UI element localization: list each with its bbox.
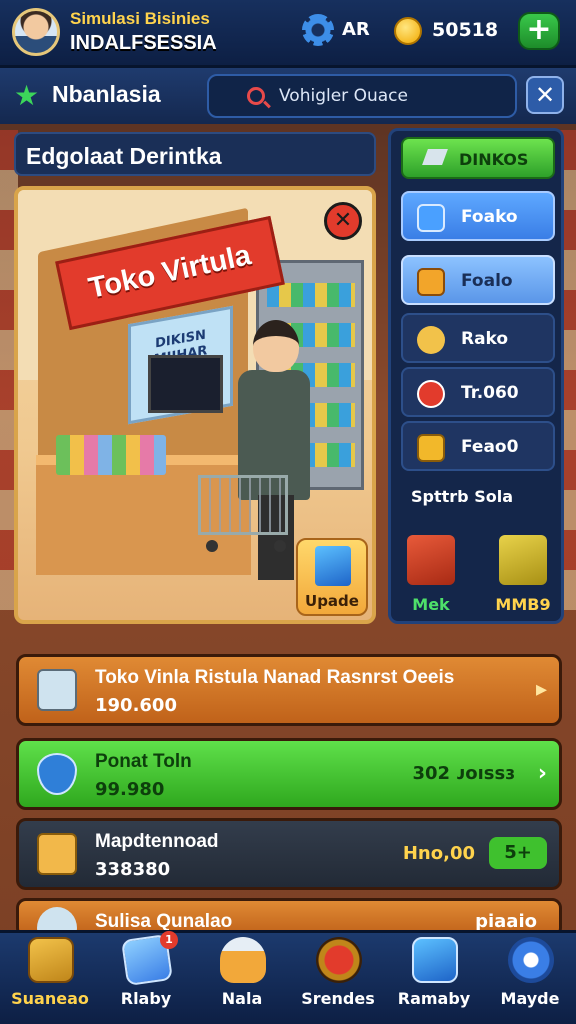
chevron-right-icon: › [537, 761, 547, 786]
nav-item-0[interactable]: Suaneao [2, 933, 98, 1024]
side-item-1[interactable]: Foalo [401, 255, 555, 305]
nav-label: Rlaby [120, 989, 172, 1008]
nav-item-1[interactable]: 1 Rlaby [98, 931, 194, 1024]
box-icon [417, 268, 445, 296]
level-indicator: AR [342, 19, 370, 40]
target-icon [417, 380, 445, 408]
scene-goods [56, 435, 166, 475]
nav-label: Mayde [500, 989, 560, 1008]
shop-card-icon [37, 669, 77, 711]
shopkeeper-head [253, 320, 299, 372]
nav-label: Srendes [301, 989, 375, 1008]
settings-icon [508, 937, 554, 983]
notification-badge: 1 [160, 931, 178, 949]
row-value: 99.980 [95, 779, 165, 800]
nav-label: Nala [221, 989, 263, 1008]
shop-scene[interactable]: Toko Virtula DIKISN MIJHAR HUPIOA ✕ Upad… [14, 186, 376, 624]
gear-icon[interactable] [302, 14, 334, 46]
cash-register-icon [316, 937, 362, 983]
nav-item-3[interactable]: Srendes [290, 933, 386, 1024]
top-bar: Simulasi Bisinies INDALFSESSIA AR 50518 … [0, 0, 576, 68]
row-right-value: 302 ᴊoıssɜ [412, 763, 515, 784]
cart-wheels [206, 540, 286, 554]
row-badge[interactable]: 5+ [489, 837, 547, 869]
tag-icon [422, 149, 448, 165]
search-input[interactable]: Vohigler Ouace [207, 74, 517, 118]
side-item-0[interactable]: Foako [401, 191, 555, 241]
coin-icon [394, 17, 422, 45]
close-scene-button[interactable]: ✕ [324, 202, 362, 240]
side-section-label: Spttrb Sola [411, 487, 513, 506]
yellow-crate-icon[interactable] [499, 535, 547, 585]
nav-label: Suaneao [11, 989, 89, 1008]
row-value: 190.600 [95, 695, 177, 716]
side-top-label: DINKOS [459, 150, 529, 169]
location-name: Nbanlasia [52, 81, 161, 107]
side-item-label: Tr.060 [461, 383, 519, 403]
side-top-button[interactable]: DINKOS [401, 137, 555, 179]
nav-item-4[interactable]: Ramaby [386, 933, 482, 1024]
panel-title: Edgolaat Derintka [14, 132, 376, 176]
shield-icon [37, 753, 77, 795]
side-item-2[interactable]: Rako [401, 313, 555, 363]
bag-icon [417, 326, 445, 354]
side-menu: DINKOS Foako Foalo Rako Tr.060 Feao0 Spt… [388, 128, 564, 624]
document-icon [417, 204, 445, 232]
search-text: Vohigler Ouace [279, 86, 408, 106]
side-box-label: MMB9 [495, 595, 551, 614]
nav-item-5[interactable]: Mayde [482, 933, 576, 1024]
row-title: Ponat Toln [95, 751, 192, 772]
shopping-cart [198, 475, 288, 535]
location-bar: ★ Nbanlasia Vohigler Ouace ✕ [0, 68, 576, 124]
side-box-label: Mek [412, 595, 450, 614]
upgrade-box-icon [315, 546, 351, 586]
list-item-shield[interactable]: Ponat Toln 99.980 302 ᴊoıssɜ › [16, 738, 562, 810]
row-right-value: Hno,00 [402, 843, 475, 864]
side-item-label: Foalo [461, 271, 513, 291]
nav-item-2[interactable]: Nala [194, 933, 290, 1024]
star-icon: ★ [14, 79, 40, 112]
chevron-right-icon: ▸ [535, 677, 547, 702]
nav-label: Ramaby [397, 989, 471, 1008]
row-title: Toko Vinla Ristula Nanad Rasnrst Oeeis [95, 667, 455, 688]
wrench-icon [417, 434, 445, 462]
row-title: Mapdtennoad [95, 831, 219, 852]
scene-monitor [148, 355, 223, 413]
side-item-label: Rako [461, 329, 509, 349]
bucket-icon [220, 937, 266, 983]
app-subtitle: INDALFSESSIA [70, 32, 217, 54]
bottom-nav: Suaneao 1 Rlaby Nala Srendes Ramaby Mayd… [0, 930, 576, 1024]
upgrade-button[interactable]: Upade [296, 538, 368, 616]
list-item-shop[interactable]: Toko Vinla Ristula Nanad Rasnrst Oeeis 1… [16, 654, 562, 726]
side-item-4[interactable]: Feao0 [401, 421, 555, 471]
row-value: 338380 [95, 859, 171, 880]
add-coins-button[interactable]: + [518, 12, 560, 50]
side-item-label: Feao0 [461, 437, 519, 457]
upgrade-label: Upade [305, 592, 359, 610]
cup-icon [412, 937, 458, 983]
red-crate-icon[interactable] [407, 535, 455, 585]
avatar[interactable] [12, 8, 60, 56]
close-button[interactable]: ✕ [526, 76, 564, 114]
crate-icon [28, 937, 74, 983]
app-title: Simulasi Bisinies [70, 9, 210, 28]
list-item-package[interactable]: Mapdtennoad 338380 Hno,00 5+ [16, 818, 562, 890]
search-icon [247, 87, 265, 105]
coin-balance: 50518 [432, 19, 499, 41]
row-right-value: piaaio [475, 911, 537, 932]
side-item-label: Foako [461, 207, 518, 227]
package-icon [37, 833, 77, 875]
side-item-3[interactable]: Tr.060 [401, 367, 555, 417]
